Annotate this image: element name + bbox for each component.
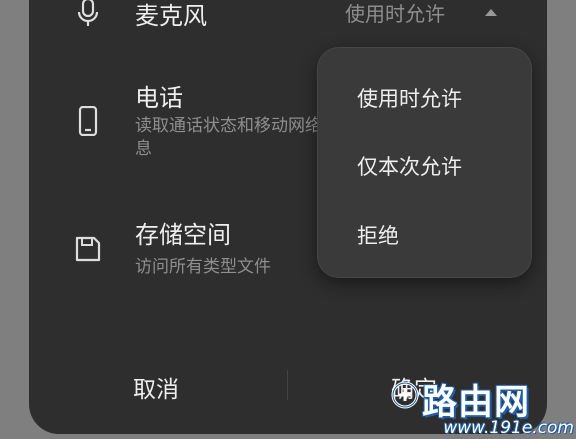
caret-up-icon[interactable] [485, 9, 497, 16]
menu-item-allow-while-using[interactable]: 使用时允许 [357, 83, 462, 113]
permission-title: 存储空间 [135, 221, 231, 249]
watermark: 路由网 www.191e.com [388, 374, 574, 438]
menu-item-deny[interactable]: 拒绝 [357, 220, 399, 250]
footer-divider [287, 370, 288, 400]
permission-dropdown-menu: 使用时允许 仅本次允许 拒绝 [317, 47, 532, 278]
permission-value[interactable]: 使用时允许 [345, 0, 445, 27]
menu-item-allow-once[interactable]: 仅本次允许 [357, 151, 462, 181]
permission-row-microphone[interactable]: 麦克风 使用时允许 [29, 0, 547, 30]
storage-icon [75, 236, 101, 262]
router-logo-icon [391, 381, 419, 409]
cancel-button[interactable]: 取消 [133, 370, 179, 404]
phone-icon [78, 106, 98, 136]
permission-title: 电话 [135, 84, 183, 112]
microphone-icon [77, 0, 99, 26]
watermark-url: www.191e.com [443, 418, 574, 438]
permission-title: 麦克风 [135, 2, 207, 30]
